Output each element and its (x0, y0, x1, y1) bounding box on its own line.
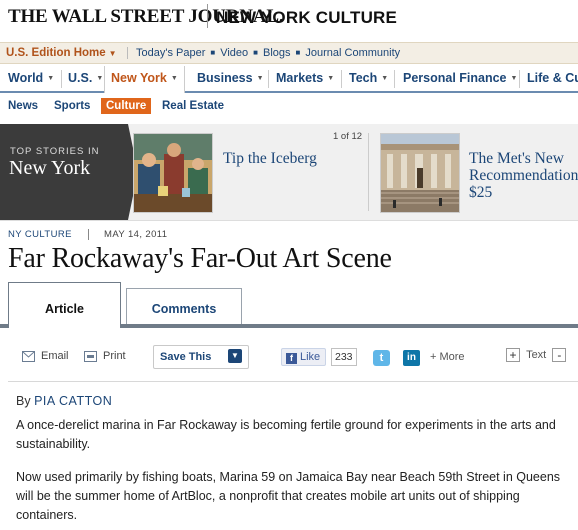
chevron-down-icon: ▼ (47, 75, 55, 82)
divider (368, 133, 369, 211)
subnav-news[interactable]: News (8, 100, 38, 112)
divider (394, 70, 395, 88)
section-title[interactable]: NEW YORK CULTURE (216, 8, 397, 28)
divider (519, 70, 520, 88)
linkedin-icon[interactable]: in (403, 350, 420, 366)
article-toolbar: Email Print Save This ▼ f Like 233 t in +… (0, 340, 578, 376)
edition-selector[interactable]: U.S. Edition Home ▼ (6, 47, 117, 59)
divider (61, 70, 62, 88)
nav-world-label: World (8, 71, 44, 85)
facebook-icon: f (286, 353, 297, 364)
decrease-text-button[interactable]: - (552, 348, 567, 362)
chevron-down-icon[interactable]: ▼ (228, 349, 242, 363)
divider (268, 70, 269, 88)
article-paragraph: A once-derelict marina in Far Rockaway i… (16, 418, 556, 451)
email-label: Email (41, 350, 69, 362)
divider (88, 229, 89, 240)
email-button[interactable]: Email (22, 350, 69, 362)
printer-icon (84, 350, 97, 362)
nav-new-york[interactable]: New York ▼ (104, 66, 185, 93)
facebook-like-button[interactable]: f Like (281, 348, 327, 366)
more-share-button[interactable]: + More (430, 351, 465, 363)
edition-links: Today's Paper ■ Video ■ Blogs ■ Journal Commun… (127, 47, 400, 60)
nav-personal-finance-label: Personal Finance (403, 71, 507, 85)
nav-personal-finance[interactable]: Personal Finance ▼ (403, 66, 517, 91)
text-size-control: + Text - (506, 348, 567, 362)
chevron-down-icon: ▼ (510, 75, 518, 82)
city-label: New York (9, 157, 91, 179)
nav-markets[interactable]: Markets ▼ (276, 66, 334, 91)
nav-us-label: U.S. (68, 71, 93, 85)
print-button[interactable]: Print (84, 350, 126, 362)
like-label: Like (300, 351, 321, 363)
illustration-image (134, 134, 212, 212)
video-link[interactable]: Video (220, 47, 248, 59)
journal-community-link[interactable]: Journal Community (305, 47, 400, 59)
nav-us[interactable]: U.S. ▼ (68, 66, 103, 91)
tab-article-label: Article (45, 302, 84, 316)
sub-nav: News Sports Culture Real Estate (0, 95, 578, 121)
chevron-down-icon: ▼ (170, 75, 178, 82)
nav-business-label: Business (197, 71, 253, 85)
nav-world[interactable]: World ▼ (8, 66, 54, 91)
article-date: MAY 14, 2011 (104, 229, 168, 240)
nav-markets-label: Markets (276, 71, 324, 85)
nav-tech-label: Tech (349, 71, 378, 85)
article-headline: Far Rockaway's Far-Out Art Scene (8, 243, 392, 274)
bullet-icon: ■ (210, 48, 216, 57)
envelope-icon (22, 350, 35, 362)
chevron-down-icon: ▼ (256, 75, 264, 82)
increase-text-button[interactable]: + (506, 348, 520, 362)
top-stories-carousel: TOP STORIES IN New York 1 of 12 Tip the … (0, 124, 578, 221)
bullet-icon: ■ (295, 48, 301, 57)
carousel-label: TOP STORIES IN New York (0, 124, 138, 220)
save-this-button[interactable]: Save This ▼ (153, 345, 249, 369)
chevron-down-icon: ▼ (108, 49, 117, 58)
top-stories-label: TOP STORIES IN (10, 146, 100, 157)
nav-life-culture-label: Life & Cu (527, 71, 578, 85)
divider (127, 47, 128, 60)
save-this-label: Save This (160, 351, 212, 363)
edition-label: U.S. Edition Home (6, 47, 106, 59)
story-title-met[interactable]: The Met's New Recommendation $25 (469, 150, 578, 201)
story-thumbnail-met[interactable] (380, 133, 460, 213)
story-title-iceberg[interactable]: Tip the Iceberg (223, 150, 363, 167)
article-tabs: Article Comments (0, 282, 578, 329)
masthead-divider (207, 4, 208, 28)
nav-new-york-label: New York (111, 71, 167, 85)
chevron-down-icon: ▼ (381, 75, 389, 82)
todays-paper-link[interactable]: Today's Paper (136, 47, 205, 59)
chevron-down-icon: ▼ (96, 75, 104, 82)
main-nav: World ▼ U.S. ▼ New York ▼ Business ▼ Markets… (0, 66, 578, 93)
chevron-down-icon: ▼ (327, 75, 335, 82)
twitter-icon[interactable]: t (373, 350, 390, 366)
divider (341, 70, 342, 88)
byline-prefix: By (16, 394, 31, 408)
tab-comments-label: Comments (151, 302, 217, 316)
nav-tech[interactable]: Tech ▼ (349, 66, 388, 91)
edition-bar: U.S. Edition Home ▼ Today's Paper ■ Video ■ B… (0, 42, 578, 64)
subnav-culture[interactable]: Culture (101, 98, 152, 114)
byline: By PIA CATTON (16, 394, 112, 408)
subnav-sports[interactable]: Sports (54, 100, 90, 112)
masthead: THE WALL STREET JOURNAL. NEW YORK CULTUR… (0, 0, 578, 40)
tab-article[interactable]: Article (8, 282, 121, 328)
text-size-label: Text (526, 348, 547, 361)
tab-comments[interactable]: Comments (126, 288, 242, 324)
carousel-counter: 1 of 12 (333, 131, 363, 142)
subnav-real-estate[interactable]: Real Estate (162, 100, 224, 112)
bullet-icon: ■ (253, 48, 258, 57)
article-kicker[interactable]: NY CULTURE (8, 229, 72, 240)
blogs-link[interactable]: Blogs (263, 47, 291, 59)
like-count: 233 (331, 348, 357, 366)
toolbar-divider (8, 381, 578, 382)
author-link[interactable]: PIA CATTON (34, 394, 112, 408)
story-thumbnail-iceberg[interactable] (133, 133, 213, 213)
print-label: Print (103, 350, 126, 362)
nav-business[interactable]: Business ▼ (197, 66, 264, 91)
article-paragraph: Now used primarily by fishing boats, Mar… (16, 470, 561, 522)
nav-life-culture[interactable]: Life & Cu (527, 66, 578, 91)
museum-photo-image (381, 134, 459, 212)
